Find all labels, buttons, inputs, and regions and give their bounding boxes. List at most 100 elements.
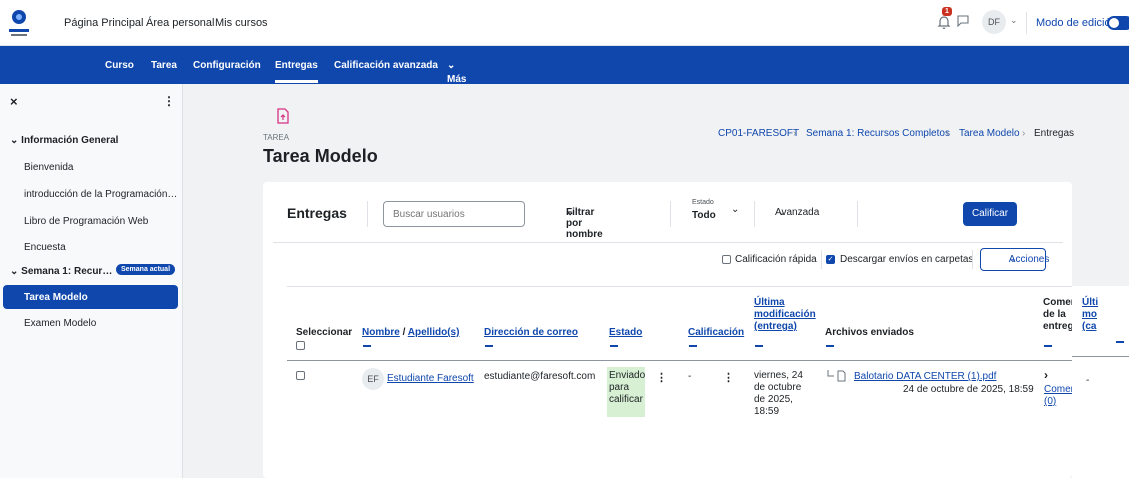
row-last-modified: viernes, 24 de octubre de 2025, 18:59 xyxy=(754,370,803,417)
hide-column-icon[interactable] xyxy=(610,345,618,347)
tab-course[interactable]: Curso xyxy=(105,60,134,71)
advanced-filter-dropdown[interactable]: Avanzada ⌄ xyxy=(775,207,819,218)
tab-assignment[interactable]: Tarea xyxy=(151,60,177,71)
student-avatar: EF xyxy=(362,368,384,390)
nav-home[interactable]: Página Principal xyxy=(64,17,144,29)
section-week1[interactable]: ⌄ Semana 1: Recur… xyxy=(10,266,112,277)
row-select-checkbox[interactable] xyxy=(296,371,305,380)
select-all-checkbox[interactable] xyxy=(296,341,305,350)
sort-surname-link[interactable]: Apellido(s) xyxy=(408,327,460,338)
drawer-item-intro-programming[interactable]: introducción de la Programación… xyxy=(24,189,177,200)
faresoft-logo[interactable] xyxy=(7,7,31,39)
hide-column-icon[interactable] xyxy=(485,345,493,347)
drawer-item-welcome[interactable]: Bienvenida xyxy=(24,162,73,173)
tab-more[interactable]: Más ⌄ xyxy=(447,60,466,85)
row-grade: - xyxy=(688,371,692,382)
student-name-link[interactable]: Estudiante Faresoft xyxy=(387,373,474,385)
hide-column-icon[interactable] xyxy=(689,345,697,347)
divider xyxy=(857,201,858,227)
col-last-modified[interactable]: Última modificación (entrega) xyxy=(754,297,816,333)
header-divider xyxy=(287,360,1072,361)
breadcrumb-separator-icon: › xyxy=(946,128,950,139)
quick-grading-checkbox[interactable] xyxy=(722,255,731,264)
search-users-input[interactable] xyxy=(383,201,525,227)
breadcrumb-separator-icon: › xyxy=(793,128,797,139)
edit-mode-label: Modo de edición xyxy=(1036,17,1117,29)
secondary-navigation: Curso Tarea Configuración Entregas Calif… xyxy=(0,46,1129,85)
divider xyxy=(972,250,973,269)
actions-dropdown[interactable]: Acciones ⌄ xyxy=(980,248,1049,271)
status-badge: Enviado para calificar xyxy=(607,367,645,417)
hide-column-icon[interactable] xyxy=(1116,341,1124,343)
col-email[interactable]: Dirección de correo xyxy=(484,327,578,339)
assignment-icon xyxy=(277,108,289,124)
close-drawer-icon[interactable]: × xyxy=(10,94,18,109)
col-last-mod-grade[interactable]: Últi mo (ca xyxy=(1082,297,1098,333)
submissions-card: Entregas Filtrar por nombre ⌄ Estado Tod… xyxy=(263,182,1104,478)
col-grade[interactable]: Calificación xyxy=(688,327,744,339)
header-divider xyxy=(1072,356,1129,357)
drawer-item-survey[interactable]: Encuesta xyxy=(24,242,66,253)
submitted-file-link[interactable]: Balotario DATA CENTER (1).pdf xyxy=(854,371,996,383)
notification-badge: 1 xyxy=(942,7,952,16)
hide-column-icon[interactable] xyxy=(1044,345,1052,347)
user-menu-chevron-icon[interactable]: ⌄ xyxy=(1010,15,1018,26)
status-filter-value[interactable]: Todo xyxy=(692,210,716,221)
sort-name-link[interactable]: Nombre xyxy=(362,327,400,338)
nav-dashboard[interactable]: Área personal xyxy=(146,17,215,29)
drawer-options-icon[interactable]: ⋮ xyxy=(163,94,175,108)
course-index-drawer: × ⋮ ⌄ Información General Bienvenida int… xyxy=(0,84,183,478)
col-name: Nombre / Apellido(s) xyxy=(362,327,460,338)
top-navbar: Página Principal Área personal Mis curso… xyxy=(0,0,1129,46)
download-folders-checkbox[interactable]: ✓ xyxy=(826,255,835,264)
status-chevron-icon[interactable]: ⌄ xyxy=(731,204,739,215)
hide-column-icon[interactable] xyxy=(363,345,371,347)
download-folders-label: Descargar envíos en carpetas xyxy=(840,254,974,265)
breadcrumb-current: Entregas xyxy=(1034,128,1075,139)
row-status-menu-icon[interactable]: ⋮ xyxy=(656,371,667,384)
col-select: Seleccionar xyxy=(296,327,353,338)
page-title: Tarea Modelo xyxy=(263,146,378,166)
message-icon[interactable] xyxy=(957,15,969,27)
quick-grading-label: Calificación rápida xyxy=(735,254,817,265)
tab-settings[interactable]: Configuración xyxy=(193,60,261,71)
section-general[interactable]: ⌄ Información General xyxy=(10,135,118,146)
expand-comments-chevron-icon[interactable]: › xyxy=(1044,368,1048,382)
divider xyxy=(273,242,1063,243)
breadcrumb-assignment[interactable]: Tarea Modelo xyxy=(959,128,1020,139)
divider xyxy=(287,286,1072,287)
edit-mode-toggle[interactable] xyxy=(1107,16,1129,30)
bell-icon[interactable] xyxy=(937,14,951,30)
col-status[interactable]: Estado xyxy=(609,327,642,339)
grade-button[interactable]: Calificar xyxy=(963,202,1017,226)
divider xyxy=(367,201,368,227)
hide-column-icon[interactable] xyxy=(826,345,834,347)
row-grade-menu-icon[interactable]: ⋮ xyxy=(723,371,734,384)
tab-submissions[interactable]: Entregas xyxy=(275,60,318,83)
current-week-badge: Semana actual xyxy=(116,264,176,275)
divider xyxy=(670,201,671,227)
submissions-heading: Entregas xyxy=(287,205,347,221)
divider xyxy=(754,201,755,227)
user-avatar[interactable]: DF xyxy=(982,10,1006,34)
filter-by-name-dropdown[interactable]: Filtrar por nombre ⌄ xyxy=(566,207,603,240)
breadcrumb-separator-icon: › xyxy=(1022,128,1026,139)
drawer-item-tarea-modelo[interactable]: Tarea Modelo xyxy=(3,285,178,309)
nav-my-courses[interactable]: Mis cursos xyxy=(215,17,268,29)
col-files: Archivos enviados xyxy=(825,327,914,338)
breadcrumb-course[interactable]: CP01-FARESOFT xyxy=(718,128,799,139)
status-filter-label: Estado xyxy=(692,199,714,206)
submitted-file-date: 24 de octubre de 2025, 18:59 xyxy=(903,384,1034,395)
drawer-item-examen-modelo[interactable]: Examen Modelo xyxy=(24,318,96,329)
activity-type-label: TAREA xyxy=(263,133,290,142)
row-last-mod-grade: - xyxy=(1086,375,1090,386)
divider xyxy=(1026,12,1027,34)
file-tree-icon xyxy=(827,370,846,382)
breadcrumb-section[interactable]: Semana 1: Recursos Completos xyxy=(806,128,950,139)
drawer-item-web-book[interactable]: Libro de Programación Web xyxy=(24,216,148,227)
tab-advanced-grading[interactable]: Calificación avanzada xyxy=(334,60,438,71)
student-email: estudiante@faresoft.com xyxy=(484,371,596,382)
table-overflow-column: Últi mo (ca - xyxy=(1072,286,1129,478)
divider xyxy=(821,250,822,269)
hide-column-icon[interactable] xyxy=(755,345,763,347)
